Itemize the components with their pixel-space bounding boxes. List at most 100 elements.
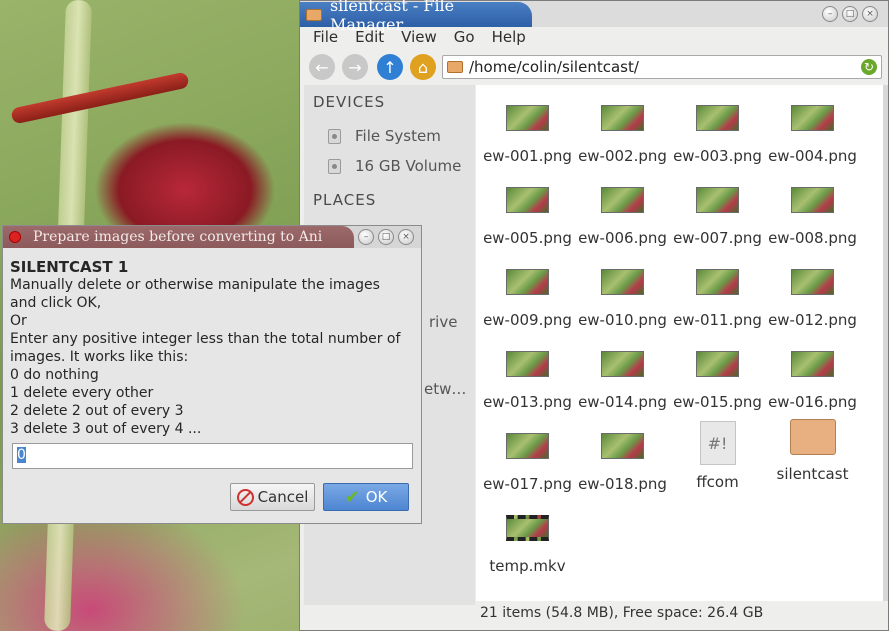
minimize-icon[interactable]: –: [358, 229, 374, 245]
image-thumbnail-icon: [601, 187, 644, 213]
home-icon[interactable]: ⌂: [410, 54, 436, 80]
file-grid: ew-001.png ew-002.png ew-003.png ew-004.png…: [476, 85, 884, 601]
image-thumbnail-icon: [506, 433, 549, 459]
sidebar-item-label: 16 GB Volume: [355, 157, 462, 175]
ok-button[interactable]: ✔ OK: [323, 483, 409, 511]
sidebar-item-file-system[interactable]: File System: [304, 121, 475, 151]
cancel-button[interactable]: Cancel: [230, 483, 315, 511]
file-item[interactable]: ew-007.png: [670, 167, 765, 247]
dialog-line: images. It works like this:: [10, 349, 189, 365]
menu-help[interactable]: Help: [484, 27, 535, 49]
dialog-line: Or: [10, 313, 27, 329]
file-name: ew-002.png: [578, 147, 667, 165]
file-item[interactable]: ew-008.png: [765, 167, 860, 247]
dialog-line: 3 delete 3 out of every 4 ...: [10, 421, 202, 437]
image-thumbnail-icon: [506, 105, 549, 131]
menu-file[interactable]: File: [305, 27, 347, 49]
close-icon[interactable]: ×: [398, 229, 414, 245]
fm-title-tab[interactable]: silentcast - File Manager: [300, 0, 532, 34]
dialog-line: 2 delete 2 out of every 3: [10, 403, 184, 419]
file-item[interactable]: ew-014.png: [575, 331, 670, 411]
image-thumbnail-icon: [696, 105, 739, 131]
file-name: ew-007.png: [673, 229, 762, 247]
toolbar: ← → ↑ ⌂ /home/colin/silentcast/ ↻: [300, 51, 888, 83]
image-thumbnail-icon: [601, 269, 644, 295]
file-name: temp.mkv: [489, 557, 566, 575]
maximize-icon[interactable]: □: [378, 229, 394, 245]
file-item[interactable]: silentcast: [765, 413, 860, 493]
file-item[interactable]: ew-018.png: [575, 413, 670, 493]
prepare-images-dialog: Prepare images before converting to Ani …: [2, 225, 422, 524]
image-thumbnail-icon: [791, 269, 834, 295]
image-thumbnail-icon: [696, 351, 739, 377]
file-item[interactable]: ew-005.png: [480, 167, 575, 247]
sidebar-item-16gb-volume[interactable]: 16 GB Volume: [304, 151, 475, 181]
file-name: ew-010.png: [578, 311, 667, 329]
menu-go[interactable]: Go: [446, 27, 484, 49]
file-item[interactable]: ew-004.png: [765, 85, 860, 165]
file-name: silentcast: [776, 465, 849, 483]
image-thumbnail-icon: [791, 187, 834, 213]
file-item[interactable]: ew-001.png: [480, 85, 575, 165]
file-item[interactable]: ew-003.png: [670, 85, 765, 165]
file-name: ew-008.png: [768, 229, 857, 247]
video-thumbnail-icon: [506, 515, 549, 541]
image-thumbnail-icon: [601, 105, 644, 131]
image-thumbnail-icon: [601, 351, 644, 377]
scrollbar[interactable]: [883, 85, 888, 601]
forward-arrow-icon[interactable]: →: [342, 54, 368, 80]
devices-heading: DEVICES: [313, 93, 386, 111]
dialog-window-controls: – □ ×: [358, 229, 414, 245]
drive-icon: [328, 128, 341, 144]
background-berry-stalk: [10, 71, 190, 125]
dialog-close-dot-icon[interactable]: [9, 231, 21, 243]
file-name: ew-016.png: [768, 393, 857, 411]
file-item[interactable]: ew-002.png: [575, 85, 670, 165]
close-icon[interactable]: ×: [862, 6, 878, 22]
file-name: ew-012.png: [768, 311, 857, 329]
minimize-icon[interactable]: –: [822, 6, 838, 22]
file-item[interactable]: temp.mkv: [480, 495, 575, 575]
image-thumbnail-icon: [791, 105, 834, 131]
file-item[interactable]: ew-009.png: [480, 249, 575, 329]
file-name: ew-001.png: [483, 147, 572, 165]
fm-titlebar[interactable]: silentcast - File Manager – □ ×: [300, 0, 888, 34]
file-item[interactable]: ew-010.png: [575, 249, 670, 329]
fm-window-controls: – □ ×: [822, 6, 878, 22]
menu-edit[interactable]: Edit: [347, 27, 393, 49]
file-item[interactable]: ew-016.png: [765, 331, 860, 411]
sidebar-item-obscured[interactable]: rive: [429, 313, 457, 331]
file-item[interactable]: #! ffcom: [670, 413, 765, 493]
dialog-titlebar[interactable]: Prepare images before converting to Ani …: [3, 226, 421, 248]
back-arrow-icon[interactable]: ←: [309, 54, 335, 80]
dialog-line: Manually delete or otherwise manipulate …: [10, 277, 380, 293]
file-item[interactable]: ew-013.png: [480, 331, 575, 411]
file-name: ew-009.png: [483, 311, 572, 329]
location-bar[interactable]: /home/colin/silentcast/ ↻: [442, 55, 882, 79]
integer-input[interactable]: 0: [12, 443, 413, 469]
folder-icon: [306, 8, 322, 21]
file-item[interactable]: ew-011.png: [670, 249, 765, 329]
location-path[interactable]: /home/colin/silentcast/: [469, 58, 639, 76]
file-name: ffcom: [696, 473, 739, 491]
maximize-icon[interactable]: □: [842, 6, 858, 22]
file-item[interactable]: ew-006.png: [575, 167, 670, 247]
dialog-message: SILENTCAST 1 Manually delete or otherwis…: [10, 258, 415, 438]
file-name: ew-004.png: [768, 147, 857, 165]
menu-view[interactable]: View: [393, 27, 446, 49]
file-name: ew-005.png: [483, 229, 572, 247]
dialog-heading: SILENTCAST 1: [10, 258, 129, 276]
dialog-line: 0 do nothing: [10, 367, 99, 383]
dialog-title-tab[interactable]: Prepare images before converting to Ani: [3, 226, 354, 248]
file-name: ew-011.png: [673, 311, 762, 329]
up-arrow-icon[interactable]: ↑: [377, 54, 403, 80]
folder-icon: [789, 419, 836, 455]
dialog-line: Enter any positive integer less than the…: [10, 331, 401, 347]
file-item[interactable]: ew-012.png: [765, 249, 860, 329]
dialog-line: and click OK,: [10, 295, 102, 311]
cancel-label: Cancel: [257, 488, 309, 506]
refresh-icon[interactable]: ↻: [861, 59, 877, 75]
sidebar-item-obscured[interactable]: etw…: [424, 380, 466, 398]
file-item[interactable]: ew-015.png: [670, 331, 765, 411]
file-item[interactable]: ew-017.png: [480, 413, 575, 493]
